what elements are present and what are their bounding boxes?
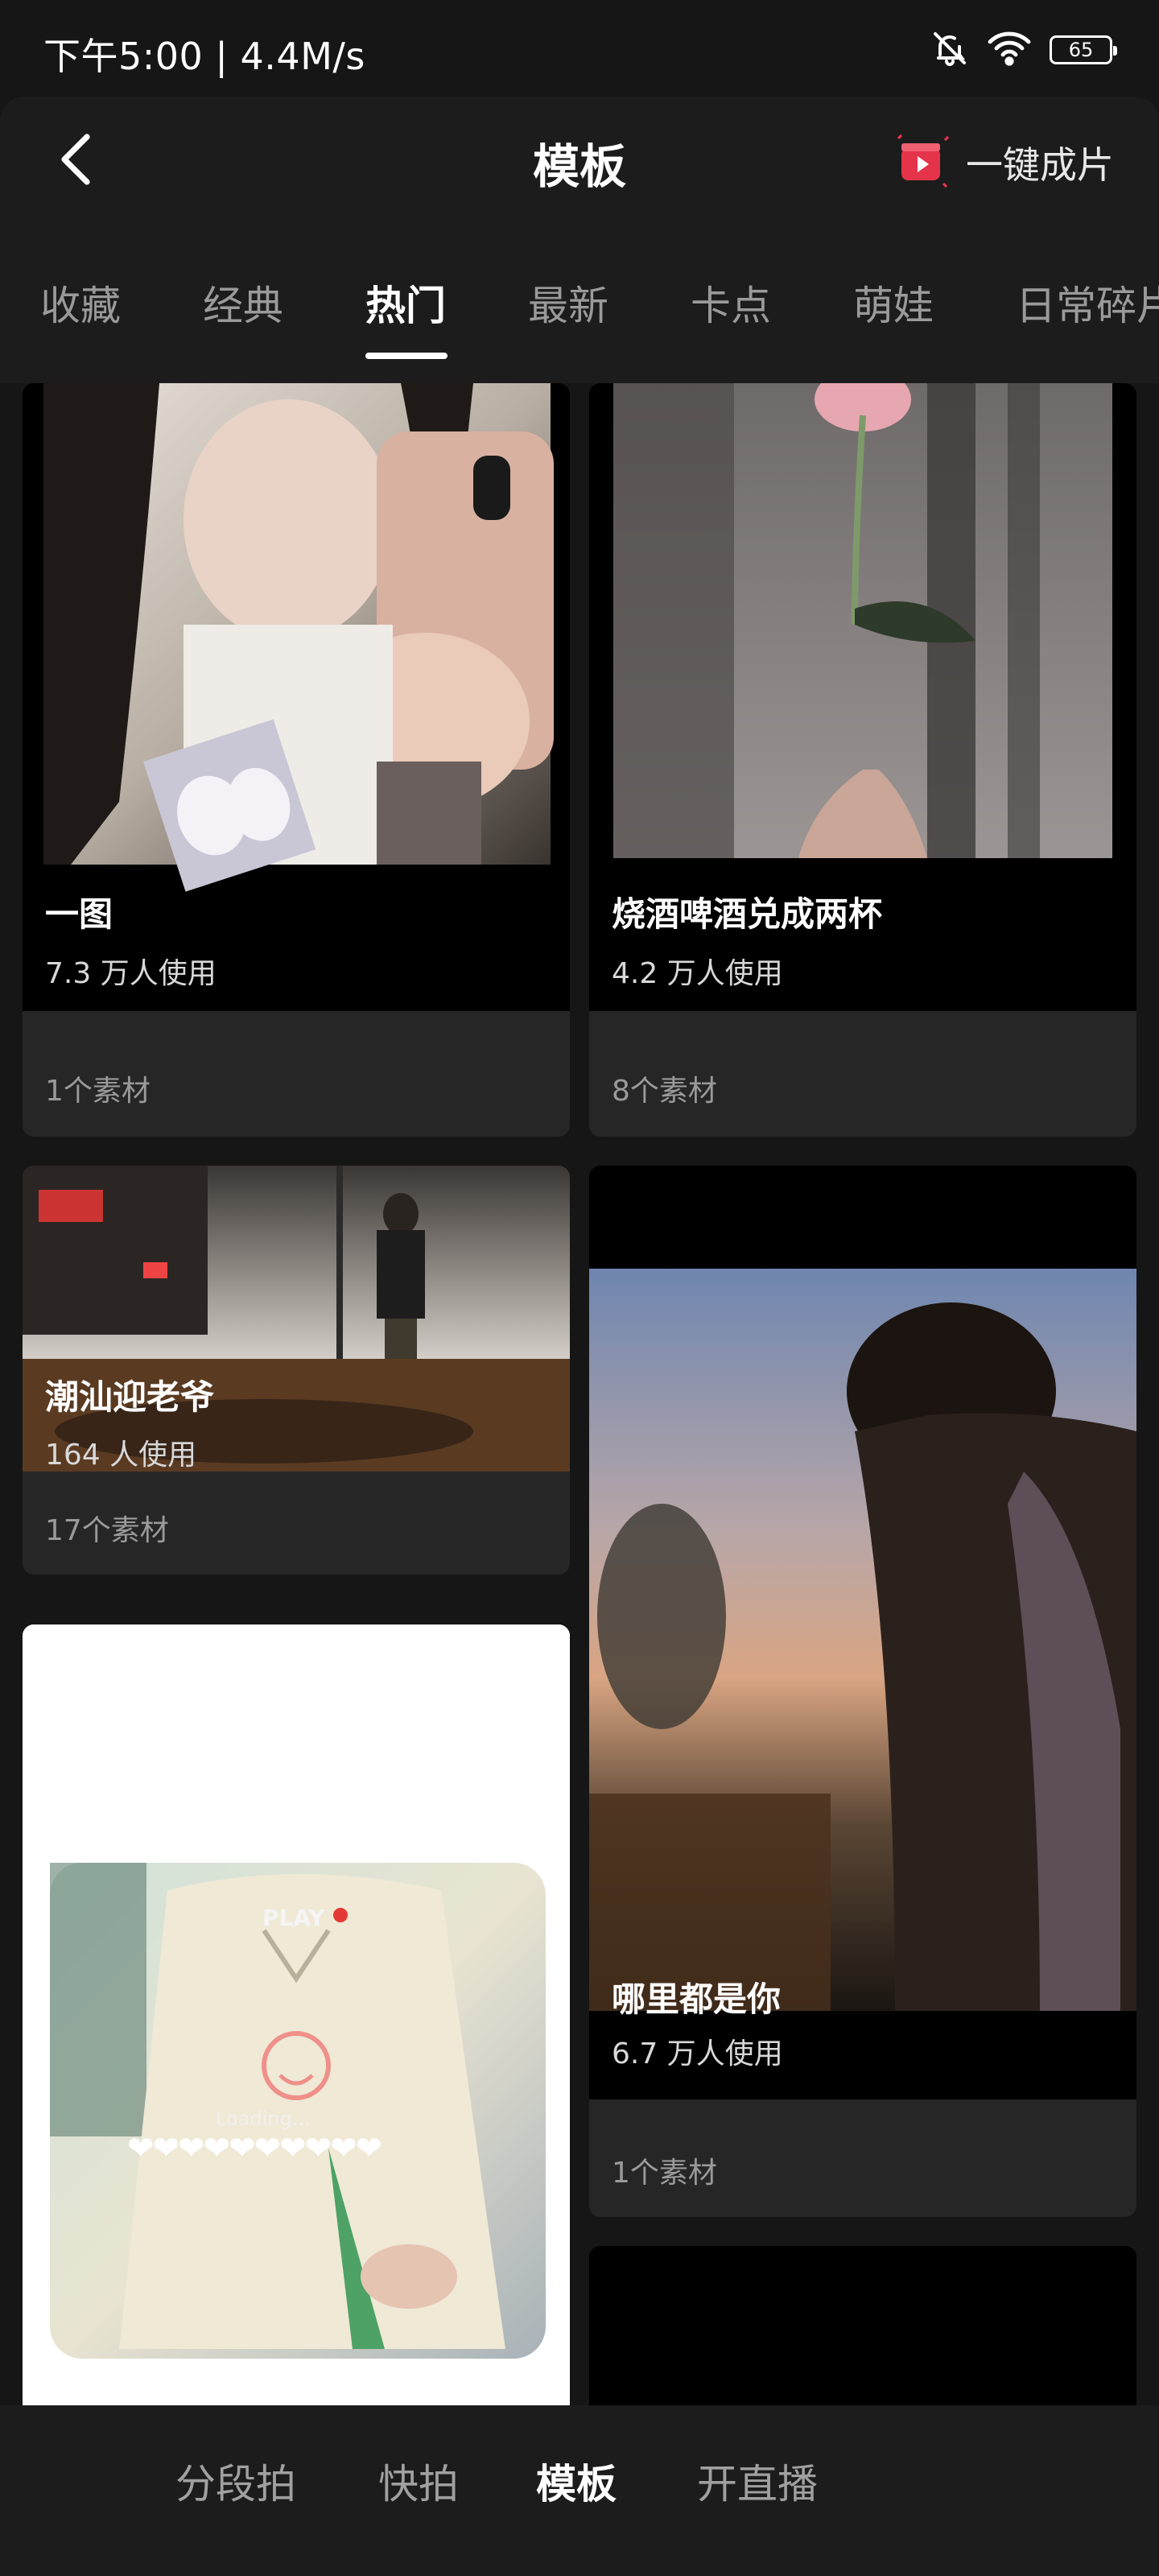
- tab-classic[interactable]: 经典: [203, 274, 283, 332]
- template-thumbnail: [23, 1166, 570, 1472]
- clapperboard-play-icon: [895, 134, 950, 192]
- template-card[interactable]: 一图 7.3 万人使用 1个素材: [23, 383, 570, 1137]
- status-time: 下午5:00 | 4.4M/s: [43, 35, 365, 78]
- template-thumbnail: [23, 1624, 570, 2405]
- nav-quick-shoot[interactable]: 快拍: [378, 2452, 459, 2510]
- template-title: 哪里都是你: [612, 1979, 782, 2019]
- tab-hot[interactable]: 热门: [365, 274, 446, 332]
- one-click-create-button[interactable]: 一键成片: [895, 134, 1114, 192]
- category-tabs: 收藏 经典 热门 最新 卡点 萌娃 日常碎片: [0, 217, 1159, 383]
- template-title: 一图: [45, 894, 113, 934]
- bottom-navigation: 分段拍 快拍 模板 开直播: [0, 2405, 1159, 2576]
- template-card[interactable]: PLAY Loading... ❤❤❤❤❤❤❤❤❤❤: [23, 1624, 570, 2405]
- tab-newest[interactable]: 最新: [528, 274, 608, 332]
- template-material-count: 17个素材: [45, 1514, 169, 1547]
- template-material-count: 8个素材: [612, 1075, 717, 1108]
- template-material-count: 1个素材: [45, 1075, 151, 1108]
- template-thumbnail: [589, 2246, 1136, 2405]
- template-card[interactable]: [589, 2246, 1136, 2405]
- template-title: 烧酒啤酒兑成两杯: [612, 894, 883, 934]
- one-click-label: 一键成片: [966, 143, 1114, 187]
- nav-templates[interactable]: 模板: [536, 2452, 617, 2510]
- nav-segment-shoot[interactable]: 分段拍: [175, 2452, 296, 2510]
- template-grid: 一图 7.3 万人使用 1个素材 烧酒啤酒兑成两杯 4.2 万人使用 8个素材 …: [0, 383, 1159, 2405]
- tab-daily-fragments[interactable]: 日常碎片: [1016, 274, 1159, 332]
- nav-go-live[interactable]: 开直播: [697, 2452, 818, 2510]
- template-title: 潮汕迎老爷: [45, 1377, 215, 1417]
- template-card[interactable]: 烧酒啤酒兑成两杯 4.2 万人使用 8个素材: [589, 383, 1136, 1137]
- template-card[interactable]: 潮汕迎老爷 164 人使用 17个素材: [23, 1166, 570, 1575]
- status-bar: 下午5:00 | 4.4M/s 65: [0, 0, 1159, 97]
- template-material-count: 1个素材: [612, 2157, 717, 2190]
- active-tab-indicator: [365, 353, 448, 359]
- battery-level: 65: [1068, 39, 1094, 61]
- template-usage-count: 6.7 万人使用: [612, 2037, 783, 2070]
- overlay-loading-text: Loading...: [216, 2107, 311, 2130]
- hearts-icon: ❤❤❤❤❤❤❤❤❤❤: [127, 2130, 382, 2167]
- bell-off-icon: [930, 29, 969, 71]
- record-dot-icon: [333, 1908, 348, 1922]
- tab-cute-baby[interactable]: 萌娃: [853, 274, 934, 332]
- tab-favorites[interactable]: 收藏: [40, 274, 121, 332]
- tab-beat-sync[interactable]: 卡点: [691, 274, 771, 332]
- overlay-play-text: PLAY: [262, 1905, 325, 1931]
- template-usage-count: 164 人使用: [45, 1439, 197, 1472]
- template-usage-count: 4.2 万人使用: [612, 957, 783, 990]
- status-icons: 65: [930, 29, 1117, 71]
- template-card[interactable]: 哪里都是你 6.7 万人使用 1个素材: [589, 1166, 1136, 2217]
- battery-icon: 65: [1050, 35, 1117, 64]
- template-usage-count: 7.3 万人使用: [45, 957, 217, 990]
- wifi-icon: [987, 31, 1032, 69]
- header: 模板 一键成片: [0, 97, 1159, 217]
- template-thumbnail: [589, 1166, 1136, 2099]
